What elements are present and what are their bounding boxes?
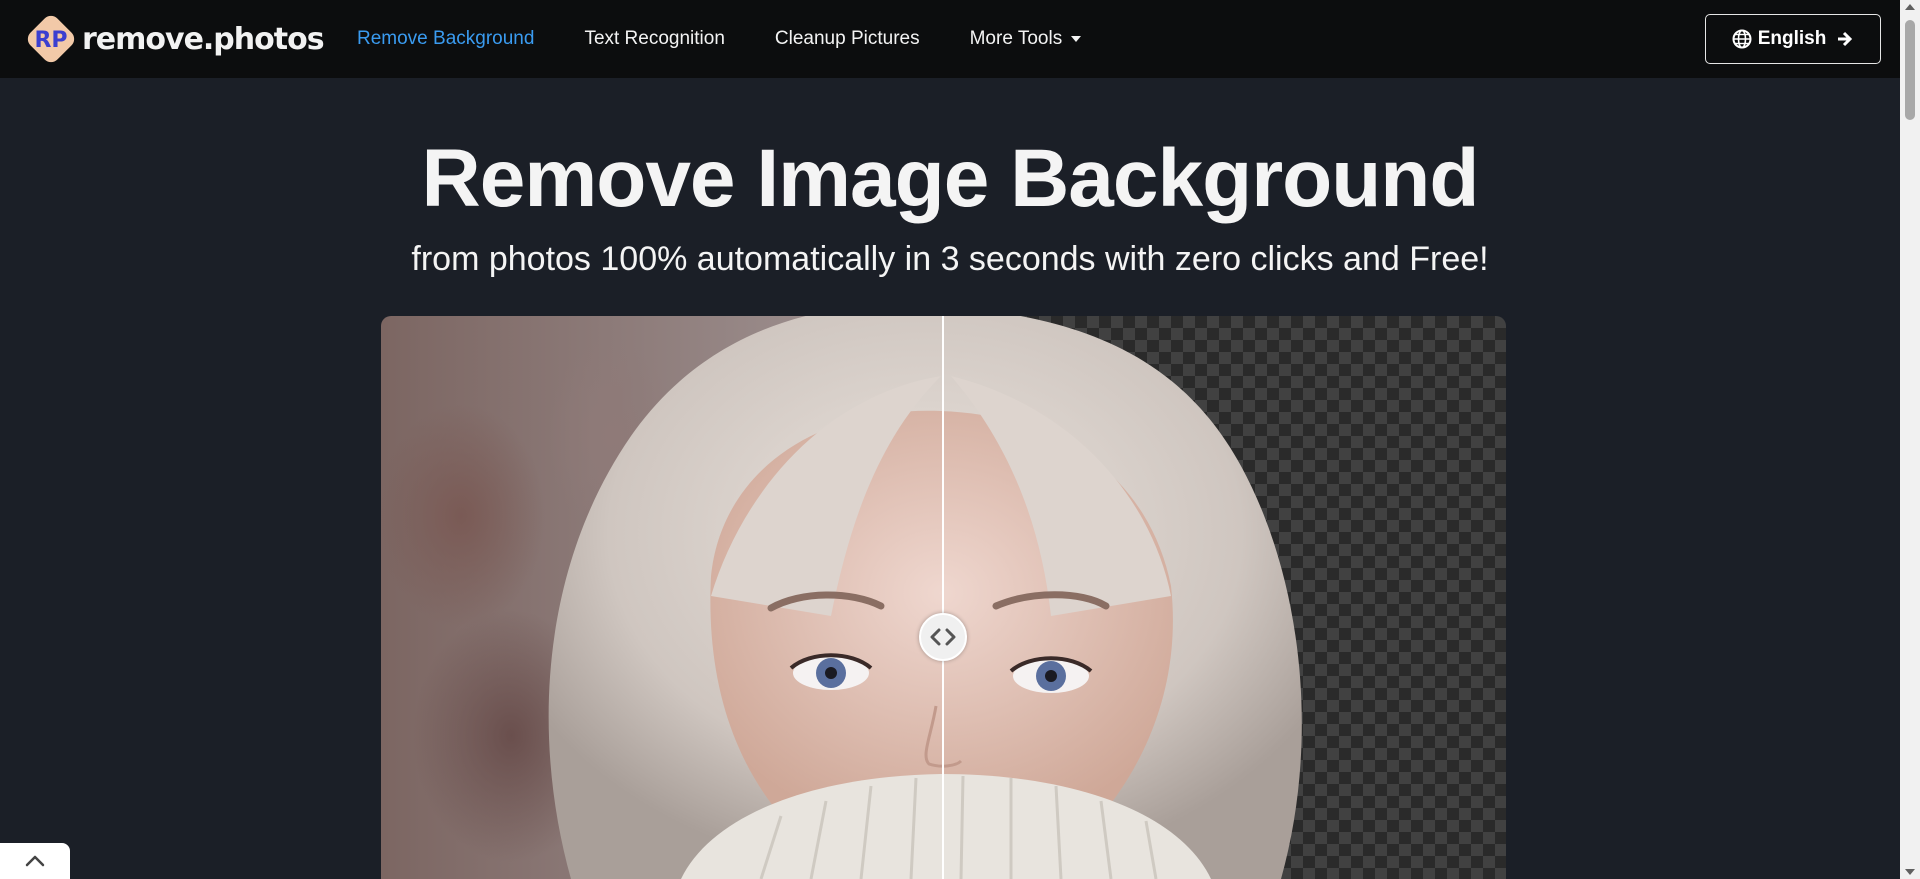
arrow-right-icon — [1838, 31, 1853, 47]
nav-item-remove-background[interactable]: Remove Background — [357, 28, 534, 50]
navbar: RP remove.photos Remove Background Text … — [0, 0, 1900, 78]
logo-initials: RP — [34, 28, 67, 53]
nav-item-text-recognition[interactable]: Text Recognition — [584, 28, 724, 50]
before-after-comparison[interactable] — [381, 316, 1506, 879]
main-nav: Remove Background Text Recognition Clean… — [357, 0, 1131, 78]
nav-item-label: Cleanup Pictures — [774, 28, 920, 49]
chevron-up-icon — [25, 855, 45, 867]
back-to-top-button[interactable] — [0, 843, 70, 879]
nav-item-cleanup-pictures[interactable]: Cleanup Pictures — [775, 28, 920, 50]
nav-item-label: Remove Background — [357, 28, 535, 49]
scroll-down-arrow-icon[interactable] — [1905, 869, 1915, 875]
logo[interactable]: RP remove.photos — [24, 12, 325, 66]
scrollbar-thumb[interactable] — [1905, 20, 1915, 120]
page-scrollbar[interactable] — [1900, 0, 1920, 879]
scroll-up-arrow-icon[interactable] — [1905, 4, 1915, 10]
nav-item-more-tools[interactable]: More Tools — [970, 28, 1082, 50]
comparison-slider-handle[interactable] — [919, 613, 967, 661]
language-button[interactable]: English — [1705, 14, 1881, 64]
chevron-left-right-icon — [930, 628, 956, 646]
brand-name: remove.photos — [82, 21, 325, 57]
nav-item-label: More Tools — [969, 28, 1063, 49]
page-subtitle: from photos 100% automatically in 3 seco… — [411, 240, 1489, 278]
rp-diamond-logo-icon: RP — [24, 12, 78, 66]
caret-down-icon — [1071, 36, 1082, 42]
page: RP remove.photos Remove Background Text … — [0, 0, 1920, 879]
comparison-divider[interactable] — [942, 316, 944, 879]
nav-item-label: Text Recognition — [584, 28, 725, 49]
language-label: English — [1757, 28, 1827, 49]
globe-icon — [1732, 29, 1752, 49]
page-title: Remove Image Background — [421, 133, 1480, 224]
